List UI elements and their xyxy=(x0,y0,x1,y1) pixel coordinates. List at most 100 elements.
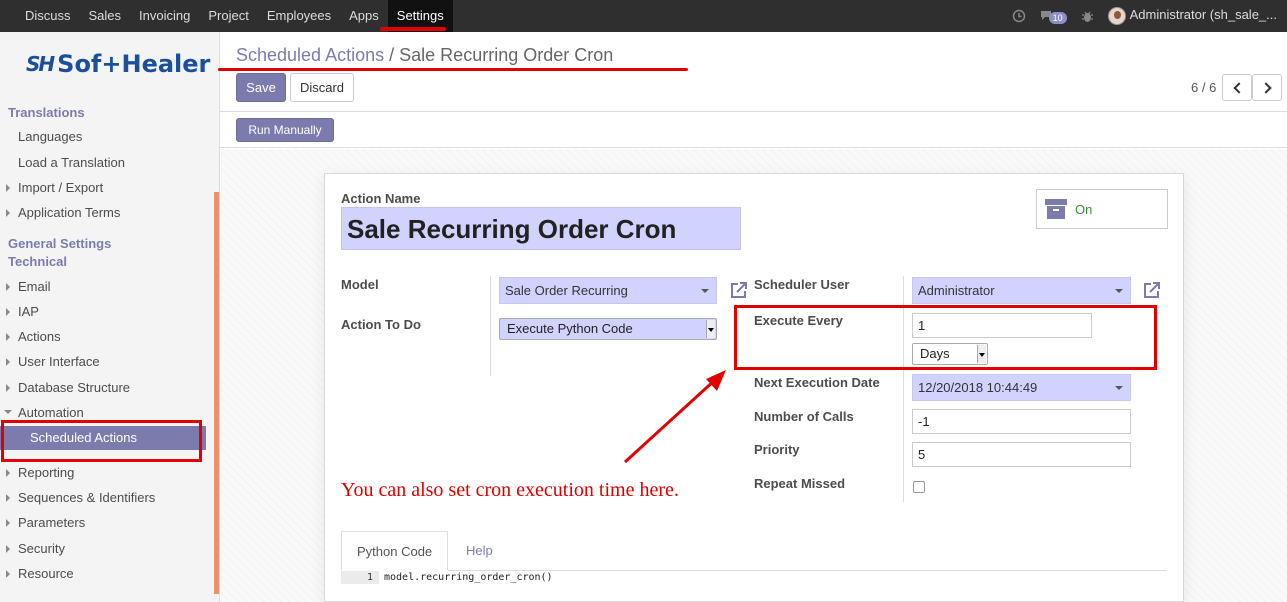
sidebar-item-parameters[interactable]: Parameters xyxy=(18,515,85,530)
breadcrumb-separator: / xyxy=(389,45,395,65)
caret-right-icon xyxy=(6,469,10,477)
top-navbar: Discuss Sales Invoicing Project Employee… xyxy=(0,0,1287,32)
sidebar-item-security[interactable]: Security xyxy=(18,541,65,556)
caret-right-icon xyxy=(6,494,10,502)
sidebar-item-application-terms[interactable]: Application Terms xyxy=(18,205,120,220)
discard-button[interactable]: Discard xyxy=(290,73,354,102)
caret-down-icon xyxy=(701,289,709,293)
menu-project[interactable]: Project xyxy=(199,0,257,32)
next-execution-input[interactable]: 12/20/2018 10:44:49 xyxy=(912,374,1131,401)
sidebar-item-sequences[interactable]: Sequences & Identifiers xyxy=(18,490,155,505)
tab-python-code[interactable]: Python Code xyxy=(341,531,449,571)
caret-right-icon xyxy=(6,519,10,527)
bug-icon[interactable] xyxy=(1081,10,1094,23)
chevron-right-icon xyxy=(1259,81,1272,94)
active-status-label: On xyxy=(1075,202,1093,217)
code-line: model.recurring_order_cron() xyxy=(384,572,553,583)
logo-mark: SH xyxy=(26,52,55,76)
form-statusbar xyxy=(220,112,1287,148)
priority-label: Priority xyxy=(754,442,800,457)
highlight-box-execute-every xyxy=(734,305,1157,370)
pager-previous-button[interactable] xyxy=(1222,74,1252,101)
scheduler-user-select[interactable]: Administrator xyxy=(912,277,1131,304)
menu-discuss[interactable]: Discuss xyxy=(16,0,80,32)
sidebar-item-automation[interactable]: Automation xyxy=(18,405,84,420)
messages-indicator[interactable]: 10 xyxy=(1040,9,1067,24)
model-value: Sale Order Recurring xyxy=(505,283,628,298)
caret-down-icon xyxy=(4,410,12,414)
systray: 10 Administrator (sh_sale_... xyxy=(1012,0,1277,32)
sidebar-scrollbar[interactable] xyxy=(214,192,219,594)
annotation-text: You can also set cron execution time her… xyxy=(341,479,679,501)
user-name: Administrator (sh_sale_... xyxy=(1129,7,1277,23)
sidebar-head-translations: Translations xyxy=(8,105,85,120)
breadcrumb-current: Sale Recurring Order Cron xyxy=(399,45,614,65)
notebook-tabs: Python Code Help xyxy=(341,531,1167,571)
caret-right-icon xyxy=(6,209,10,217)
code-editor[interactable]: 1 model.recurring_order_cron() xyxy=(341,571,1167,585)
caret-right-icon xyxy=(6,358,10,366)
menu-invoicing[interactable]: Invoicing xyxy=(130,0,199,32)
sidebar-item-actions[interactable]: Actions xyxy=(18,329,61,344)
model-label: Model xyxy=(341,277,379,292)
menu-employees[interactable]: Employees xyxy=(258,0,340,32)
number-of-calls-label: Number of Calls xyxy=(754,409,854,424)
priority-input[interactable]: 5 xyxy=(912,442,1131,467)
active-toggle-button[interactable]: On xyxy=(1036,189,1168,229)
select-arrow-icon xyxy=(706,320,715,338)
save-button[interactable]: Save xyxy=(236,73,286,102)
company-logo: SH Sof+Healer xyxy=(26,50,210,78)
sidebar-item-languages[interactable]: Languages xyxy=(18,129,82,144)
breadcrumb: Scheduled Actions / Sale Recurring Order… xyxy=(236,45,613,66)
menu-sales[interactable]: Sales xyxy=(80,0,131,32)
sidebar-item-user-interface[interactable]: User Interface xyxy=(18,354,100,369)
pager-next-button[interactable] xyxy=(1252,74,1282,101)
breadcrumb-highlight-underline xyxy=(218,68,688,71)
sidebar-item-reporting[interactable]: Reporting xyxy=(18,465,74,480)
sidebar-item-database-structure[interactable]: Database Structure xyxy=(18,380,130,395)
control-panel: Scheduled Actions / Sale Recurring Order… xyxy=(220,32,1287,112)
action-name-input[interactable]: Sale Recurring Order Cron xyxy=(341,207,741,250)
number-of-calls-input[interactable]: -1 xyxy=(912,409,1131,434)
breadcrumb-parent[interactable]: Scheduled Actions xyxy=(236,45,384,65)
clock-icon[interactable] xyxy=(1012,9,1026,23)
annotation-arrow xyxy=(623,370,726,464)
caret-right-icon xyxy=(6,308,10,316)
sidebar-item-email[interactable]: Email xyxy=(18,279,51,294)
action-to-do-value: Execute Python Code xyxy=(507,321,633,336)
message-count-badge: 10 xyxy=(1048,11,1067,24)
caret-down-icon xyxy=(1115,386,1123,390)
caret-down-icon xyxy=(1115,289,1123,293)
next-execution-label: Next Execution Date xyxy=(754,375,880,390)
sidebar-item-iap[interactable]: IAP xyxy=(18,304,39,319)
scheduler-user-value: Administrator xyxy=(918,283,995,298)
line-number: 1 xyxy=(341,571,379,584)
caret-right-icon xyxy=(6,184,10,192)
external-link-icon[interactable] xyxy=(730,281,748,299)
repeat-missed-label: Repeat Missed xyxy=(754,476,846,491)
caret-right-icon xyxy=(6,545,10,553)
action-to-do-label: Action To Do xyxy=(341,317,421,332)
repeat-missed-checkbox[interactable] xyxy=(913,481,925,493)
archive-icon xyxy=(1045,199,1067,219)
caret-right-icon xyxy=(6,384,10,392)
sidebar: SH Sof+Healer Translations Languages Loa… xyxy=(0,32,220,602)
model-select[interactable]: Sale Order Recurring xyxy=(499,277,717,304)
pager-value: 6 / 6 xyxy=(1191,80,1217,95)
caret-right-icon xyxy=(6,283,10,291)
caret-right-icon xyxy=(6,333,10,341)
action-to-do-select[interactable]: Execute Python Code xyxy=(499,318,717,340)
user-menu[interactable]: Administrator (sh_sale_... xyxy=(1107,7,1277,25)
next-execution-value: 12/20/2018 10:44:49 xyxy=(918,380,1038,395)
sidebar-head-general-settings[interactable]: General Settings xyxy=(8,236,111,251)
external-link-icon[interactable] xyxy=(1143,281,1161,299)
sidebar-item-resource[interactable]: Resource xyxy=(18,566,74,581)
field-divider xyxy=(490,276,491,376)
avatar xyxy=(1107,7,1126,25)
logo-text: Sof+Healer xyxy=(57,50,211,78)
settings-highlight-mark xyxy=(380,27,446,31)
sidebar-item-load-translation[interactable]: Load a Translation xyxy=(18,155,125,170)
sidebar-item-import-export[interactable]: Import / Export xyxy=(18,180,103,195)
run-manually-button[interactable]: Run Manually xyxy=(236,118,334,142)
tab-help[interactable]: Help xyxy=(451,531,508,571)
